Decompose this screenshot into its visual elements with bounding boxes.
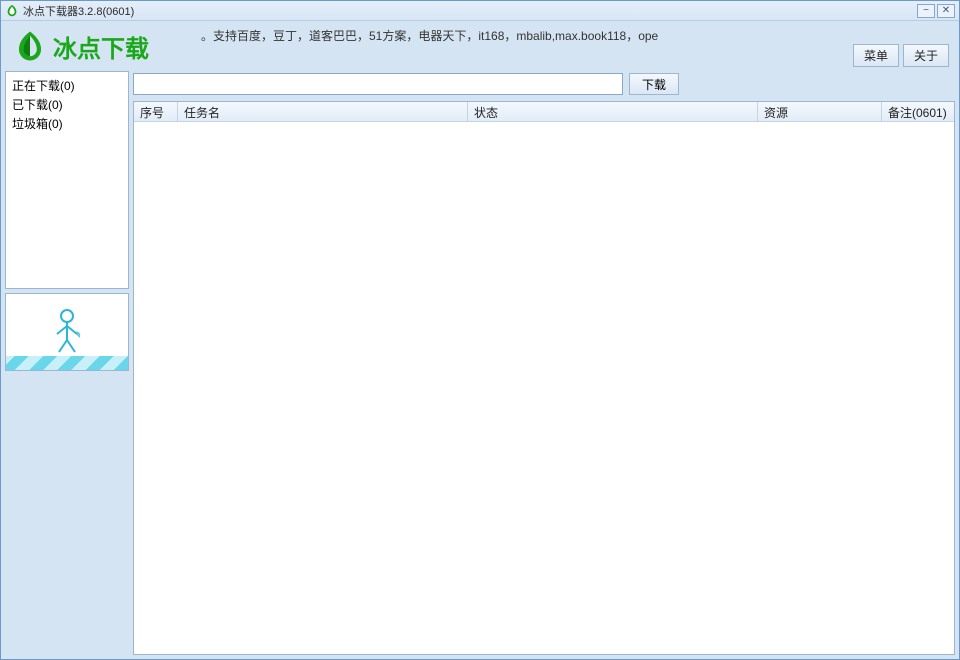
- ad-stripe: [6, 356, 128, 370]
- col-taskname[interactable]: 任务名: [178, 102, 468, 121]
- download-table: 序号 任务名 状态 资源 备注(0601): [133, 101, 955, 655]
- marquee-text: 。支持百度，豆丁，道客巴巴，51方案，电器天下，it168，mbalib,max…: [201, 27, 658, 44]
- header-band: 冰点下载 。支持百度，豆丁，道客巴巴，51方案，电器天下，it168，mbali…: [1, 21, 959, 71]
- table-header: 序号 任务名 状态 资源 备注(0601): [134, 102, 954, 122]
- download-button[interactable]: 下载: [629, 73, 679, 95]
- app-icon: [5, 4, 19, 18]
- sidebar-item-downloading[interactable]: 正在下载(0): [12, 76, 122, 95]
- col-index[interactable]: 序号: [134, 102, 178, 121]
- header-buttons: 菜单 关于: [853, 44, 949, 67]
- minimize-button[interactable]: −: [917, 4, 935, 18]
- ad-figure-icon: [47, 306, 87, 356]
- close-button[interactable]: ✕: [937, 4, 955, 18]
- sidebar: 正在下载(0) 已下载(0) 垃圾箱(0): [5, 71, 129, 655]
- window-title: 冰点下载器3.2.8(0601): [23, 3, 134, 19]
- url-row: 下载: [133, 71, 955, 97]
- url-input[interactable]: [133, 73, 623, 95]
- sidebar-ad: [5, 293, 129, 371]
- col-remark[interactable]: 备注(0601): [882, 102, 954, 121]
- sidebar-list: 正在下载(0) 已下载(0) 垃圾箱(0): [5, 71, 129, 289]
- body: 正在下载(0) 已下载(0) 垃圾箱(0): [1, 71, 959, 659]
- menu-button[interactable]: 菜单: [853, 44, 899, 67]
- sidebar-item-trash[interactable]: 垃圾箱(0): [12, 114, 122, 133]
- table-body: [134, 122, 954, 654]
- title-bar: 冰点下载器3.2.8(0601) − ✕: [1, 1, 959, 21]
- logo: 冰点下载: [13, 29, 149, 64]
- logo-icon: [13, 29, 47, 63]
- logo-text: 冰点下载: [53, 29, 149, 64]
- sidebar-item-downloaded[interactable]: 已下载(0): [12, 95, 122, 114]
- col-status[interactable]: 状态: [468, 102, 758, 121]
- main-panel: 下载 序号 任务名 状态 资源 备注(0601): [133, 71, 955, 655]
- about-button[interactable]: 关于: [903, 44, 949, 67]
- app-window: 冰点下载器3.2.8(0601) − ✕ 冰点下载 。支持百度，豆丁，道客巴巴，…: [0, 0, 960, 660]
- col-resource[interactable]: 资源: [758, 102, 882, 121]
